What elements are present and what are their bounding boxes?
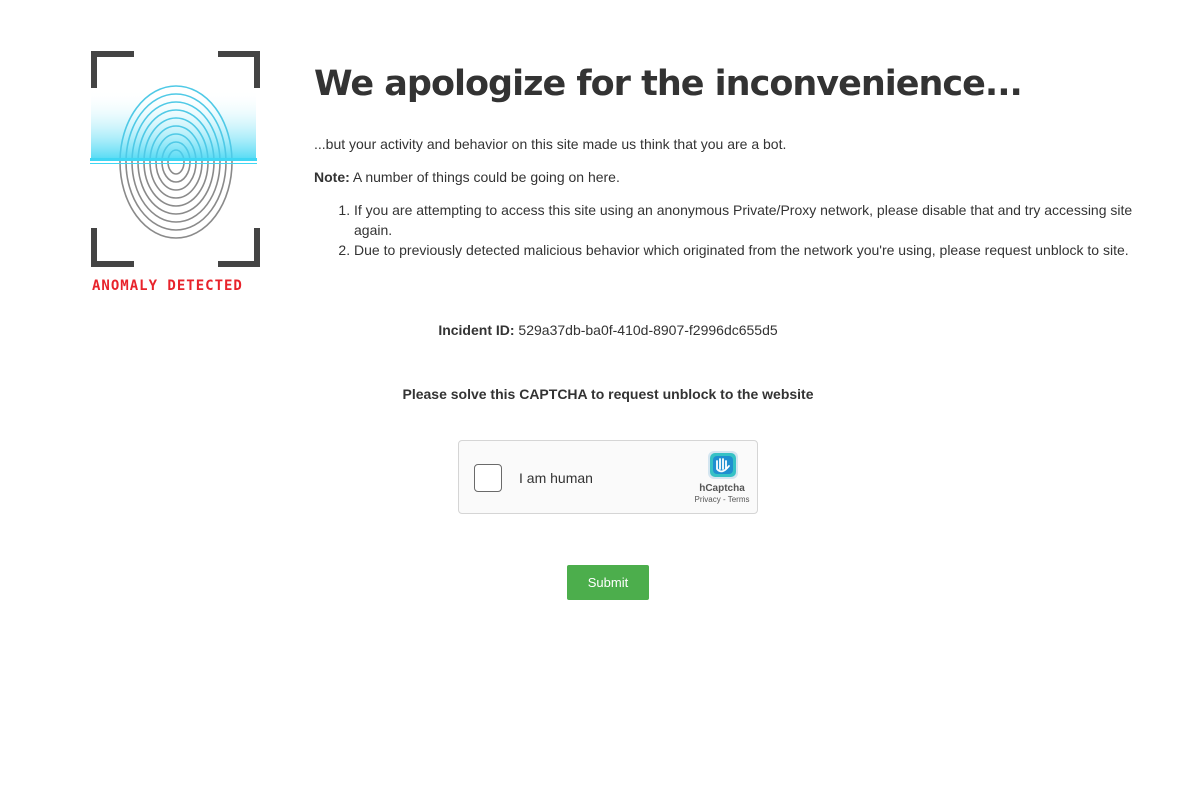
list-item: If you are attempting to access this sit…	[354, 200, 1174, 240]
incident-id: Incident ID: 529a37db-ba0f-410d-8907-f29…	[0, 322, 1200, 338]
submit-button[interactable]: Submit	[567, 565, 649, 600]
link-separator: -	[720, 495, 728, 504]
list-item: Due to previously detected malicious beh…	[354, 240, 1174, 260]
terms-link[interactable]: Terms	[728, 495, 750, 504]
note-text: Note: A number of things could be going …	[314, 167, 1174, 187]
captcha-prompt: Please solve this CAPTCHA to request unb…	[402, 386, 814, 402]
hcaptcha-label: I am human	[519, 470, 593, 486]
main-content: We apologize for the inconvenience... ..…	[314, 60, 1174, 260]
incident-value: 529a37db-ba0f-410d-8907-f2996dc655d5	[514, 322, 778, 338]
fingerprint-scan-icon	[90, 51, 260, 267]
intro-text: ...but your activity and behavior on thi…	[314, 136, 787, 152]
privacy-link[interactable]: Privacy	[695, 495, 721, 504]
hcaptcha-widget: I am human hCaptcha Privacy - Terms	[458, 440, 758, 514]
note-body: A number of things could be going on her…	[349, 169, 620, 185]
hcaptcha-logo-icon	[708, 451, 738, 479]
note-label: Note:	[314, 169, 350, 185]
incident-label: Incident ID:	[438, 322, 515, 338]
hcaptcha-links: Privacy - Terms	[685, 495, 759, 504]
human-checkbox[interactable]	[474, 464, 502, 492]
hcaptcha-brand: hCaptcha	[699, 483, 745, 494]
reasons-list: If you are attempting to access this sit…	[314, 200, 1174, 260]
page-title: We apologize for the inconvenience...	[314, 64, 1023, 104]
anomaly-detected-label: ANOMALY DETECTED	[92, 278, 243, 294]
anomaly-logo	[90, 50, 265, 300]
